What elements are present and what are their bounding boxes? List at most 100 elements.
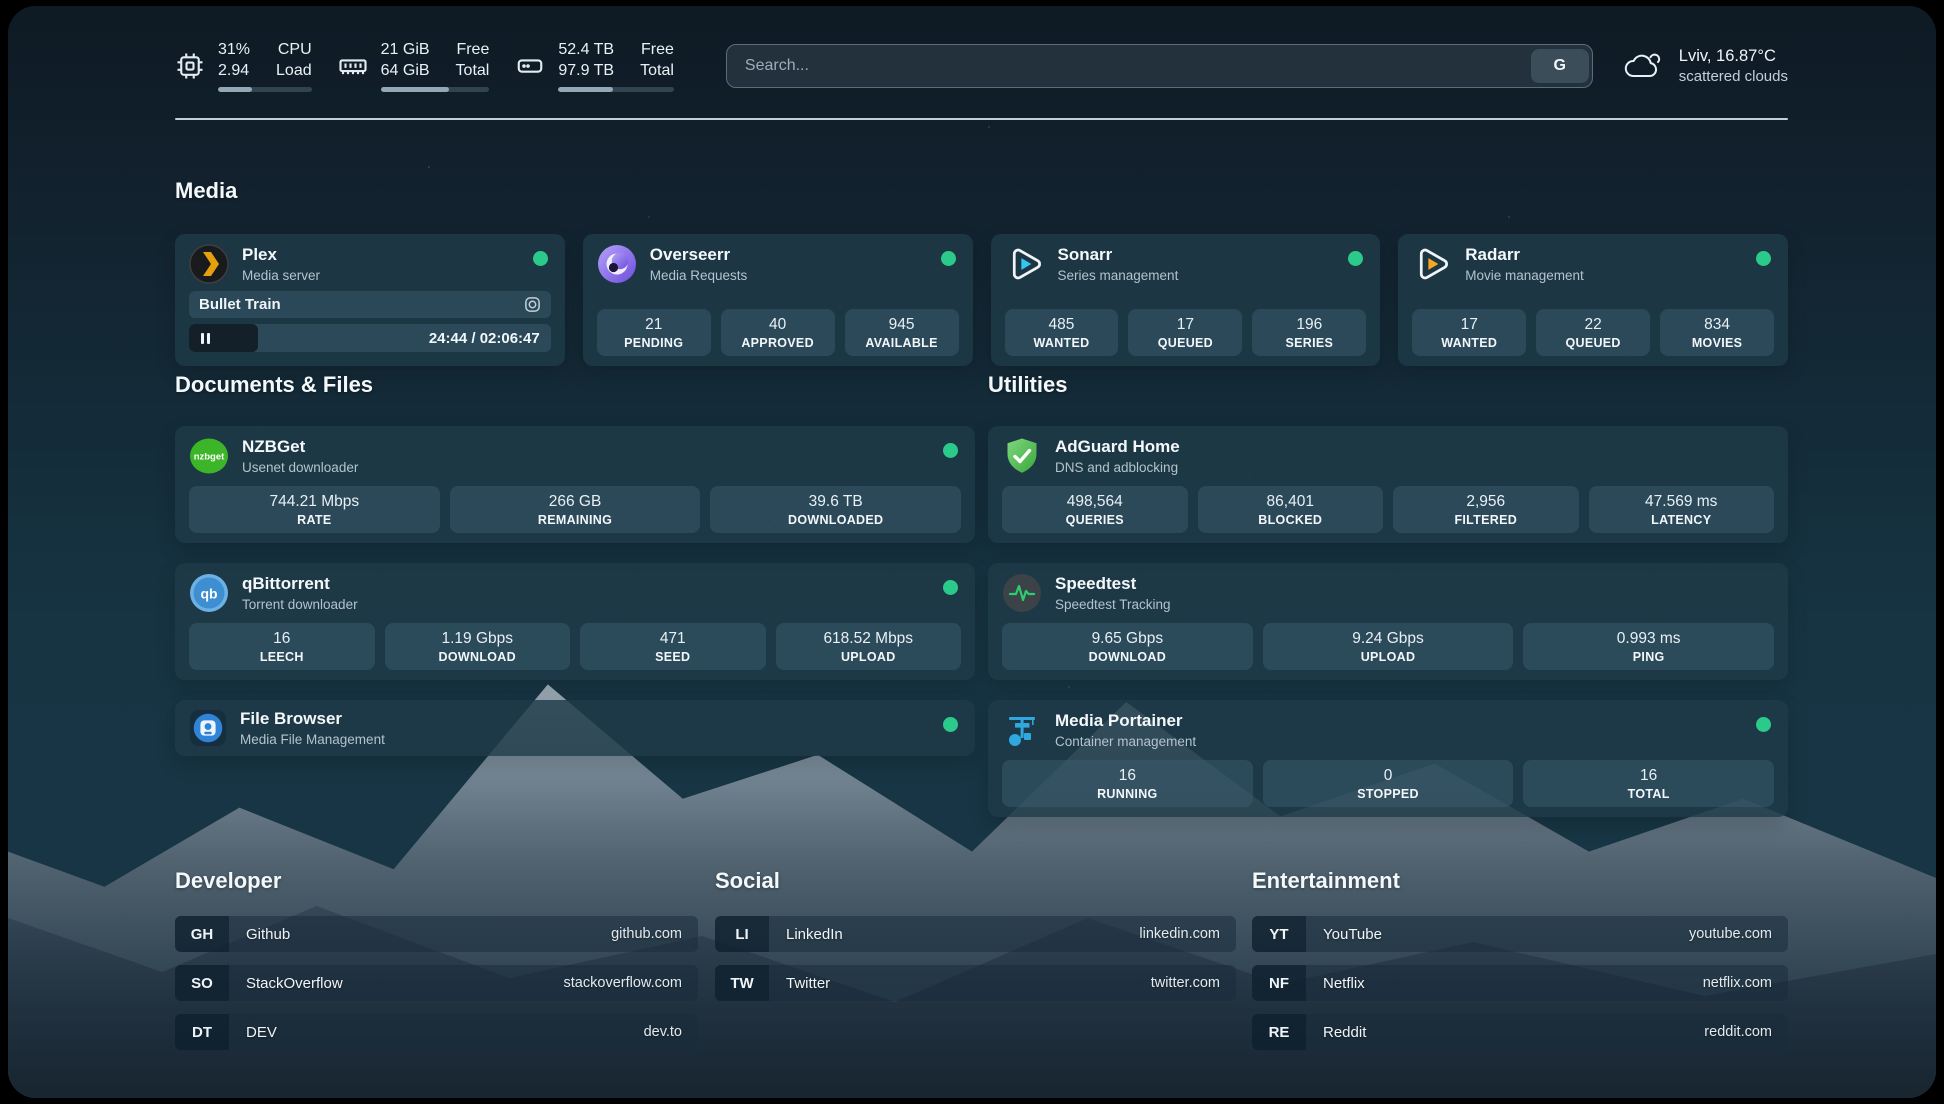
qbittorrent-icon: qb <box>189 573 229 613</box>
bookmark-netflix[interactable]: NF Netflix netflix.com <box>1252 965 1788 1001</box>
stat-box-running: 16 RUNNING <box>1002 760 1253 807</box>
bookmark-linkedin[interactable]: LI LinkedIn linkedin.com <box>715 916 1236 952</box>
adguard-names: AdGuard Home DNS and adblocking <box>1055 437 1180 474</box>
overseerr-card-header: Overseerr Media Requests <box>597 244 959 284</box>
status-online-dot <box>533 251 548 266</box>
bookmark-reddit[interactable]: RE Reddit reddit.com <box>1252 1014 1788 1050</box>
documents-section-cards: nzbget NZBGet Usenet downloader 744.21 M… <box>175 426 975 756</box>
radarr-icon <box>1412 244 1452 284</box>
dashboard-window: 31% 2.94 CPU Load <box>8 6 1936 1098</box>
speedtest-card-header: Speedtest Speedtest Tracking <box>1002 573 1774 613</box>
app-card-overseerr[interactable]: Overseerr Media Requests 21 PENDING 40 A… <box>583 234 973 366</box>
stat-label: QUERIES <box>1006 513 1184 527</box>
app-name: Sonarr <box>1058 245 1179 265</box>
bookmark-youtube[interactable]: YT YouTube youtube.com <box>1252 916 1788 952</box>
qbittorrent-names: qBittorrent Torrent downloader <box>242 574 358 611</box>
memory-stat-columns: 21 GiB 64 GiB Free Total <box>381 40 490 93</box>
stat-value: 196 <box>1256 315 1362 335</box>
documents-section-title: Documents & Files <box>175 372 373 398</box>
app-subtitle: Container management <box>1055 734 1196 749</box>
radarr-stats: 17 WANTED 22 QUEUED 834 MOVIES <box>1412 309 1774 356</box>
app-card-radarr[interactable]: Radarr Movie management 17 WANTED 22 QUE… <box>1398 234 1788 366</box>
cpu-usage-label: CPU <box>276 40 312 61</box>
weather-text: Lviv, 16.87°C scattered clouds <box>1679 47 1788 85</box>
cpu-chip-icon <box>175 51 205 81</box>
stat-box-blocked: 86,401 BLOCKED <box>1198 486 1384 533</box>
disk-drive-icon <box>515 51 545 81</box>
disk-progress-fill <box>558 87 612 92</box>
search-bar: G <box>726 44 1593 88</box>
developer-bookmarks: GH Github github.com SO StackOverflow st… <box>175 916 698 1050</box>
portainer-stats: 16 RUNNING 0 STOPPED 16 TOTAL <box>1002 760 1774 807</box>
memory-free-label: Free <box>456 40 490 61</box>
search-input[interactable] <box>727 57 1531 75</box>
speedtest-names: Speedtest Speedtest Tracking <box>1055 574 1171 611</box>
playback-time: 24:44 / 02:06:47 <box>429 330 551 347</box>
stat-value: 17 <box>1416 315 1522 335</box>
stat-value: 1.19 Gbps <box>389 629 567 649</box>
app-subtitle: Series management <box>1058 268 1179 283</box>
plex-names: Plex Media server <box>242 245 320 282</box>
stat-box-ping: 0.993 ms PING <box>1523 623 1774 670</box>
app-card-portainer[interactable]: Media Portainer Container management 16 … <box>988 700 1788 817</box>
bookmark-github[interactable]: GH Github github.com <box>175 916 698 952</box>
sonarr-card-header: Sonarr Series management <box>1005 244 1367 284</box>
stat-label: LATENCY <box>1593 513 1771 527</box>
topbar-separator <box>175 118 1788 120</box>
stat-box-queued: 17 QUEUED <box>1128 309 1242 356</box>
stat-box-filtered: 2,956 FILTERED <box>1393 486 1579 533</box>
stat-label: LEECH <box>193 650 371 664</box>
memory-progress-fill <box>381 87 449 92</box>
app-card-filebrowser[interactable]: File Browser Media File Management <box>175 700 975 756</box>
bookmark-stackoverflow[interactable]: SO StackOverflow stackoverflow.com <box>175 965 698 1001</box>
app-subtitle: Media File Management <box>240 732 385 747</box>
app-card-plex[interactable]: Plex Media server Bullet Train 24:44 / 0 <box>175 234 565 366</box>
app-subtitle: Speedtest Tracking <box>1055 597 1171 612</box>
status-online-dot <box>943 580 958 595</box>
filebrowser-icon <box>189 709 227 747</box>
stat-value: 47.569 ms <box>1593 492 1771 512</box>
stat-box-upload: 9.24 Gbps UPLOAD <box>1263 623 1514 670</box>
radarr-card-header: Radarr Movie management <box>1412 244 1774 284</box>
bookmark-name: Reddit <box>1306 1024 1366 1041</box>
bookmark-abbr: NF <box>1252 965 1306 1001</box>
stat-value: 471 <box>584 629 762 649</box>
adguard-icon <box>1002 436 1042 476</box>
background-snow-flecks <box>8 6 10 8</box>
plex-now-playing-row: Bullet Train <box>189 291 551 318</box>
utilities-section-title: Utilities <box>988 372 1067 398</box>
stat-box-queued: 22 QUEUED <box>1536 309 1650 356</box>
stat-value: 39.6 TB <box>714 492 957 512</box>
stat-value: 0 <box>1267 766 1510 786</box>
bookmark-name: LinkedIn <box>769 926 843 943</box>
app-name: Plex <box>242 245 320 265</box>
stat-value: 834 <box>1664 315 1770 335</box>
stat-label: PENDING <box>601 336 707 350</box>
app-subtitle: Media server <box>242 268 320 283</box>
stat-label: WANTED <box>1009 336 1115 350</box>
bookmark-twitter[interactable]: TW Twitter twitter.com <box>715 965 1236 1001</box>
stat-box-series: 196 SERIES <box>1252 309 1366 356</box>
stat-value: 945 <box>849 315 955 335</box>
stat-label: QUEUED <box>1132 336 1238 350</box>
qbittorrent-stats: 16 LEECH 1.19 Gbps DOWNLOAD 471 SEED 618… <box>189 623 961 670</box>
weather-condition: scattered clouds <box>1679 68 1788 85</box>
app-card-speedtest[interactable]: Speedtest Speedtest Tracking 9.65 Gbps D… <box>988 563 1788 680</box>
bookmark-dev[interactable]: DT DEV dev.to <box>175 1014 698 1050</box>
stat-label: QUEUED <box>1540 336 1646 350</box>
app-card-sonarr[interactable]: Sonarr Series management 485 WANTED 17 Q… <box>991 234 1381 366</box>
stat-label: MOVIES <box>1664 336 1770 350</box>
app-name: AdGuard Home <box>1055 437 1180 457</box>
bookmark-abbr: RE <box>1252 1014 1306 1050</box>
search-engine-button[interactable]: G <box>1531 49 1589 83</box>
now-playing-title: Bullet Train <box>199 296 281 313</box>
stat-box-approved: 40 APPROVED <box>721 309 835 356</box>
sonarr-names: Sonarr Series management <box>1058 245 1179 282</box>
app-subtitle: Usenet downloader <box>242 460 358 475</box>
app-card-qbittorrent[interactable]: qb qBittorrent Torrent downloader 16 LEE… <box>175 563 975 680</box>
app-card-adguard[interactable]: AdGuard Home DNS and adblocking 498,564 … <box>988 426 1788 543</box>
app-name: Overseerr <box>650 245 748 265</box>
stat-box-stopped: 0 STOPPED <box>1263 760 1514 807</box>
app-card-nzbget[interactable]: nzbget NZBGet Usenet downloader 744.21 M… <box>175 426 975 543</box>
stat-label: BLOCKED <box>1202 513 1380 527</box>
